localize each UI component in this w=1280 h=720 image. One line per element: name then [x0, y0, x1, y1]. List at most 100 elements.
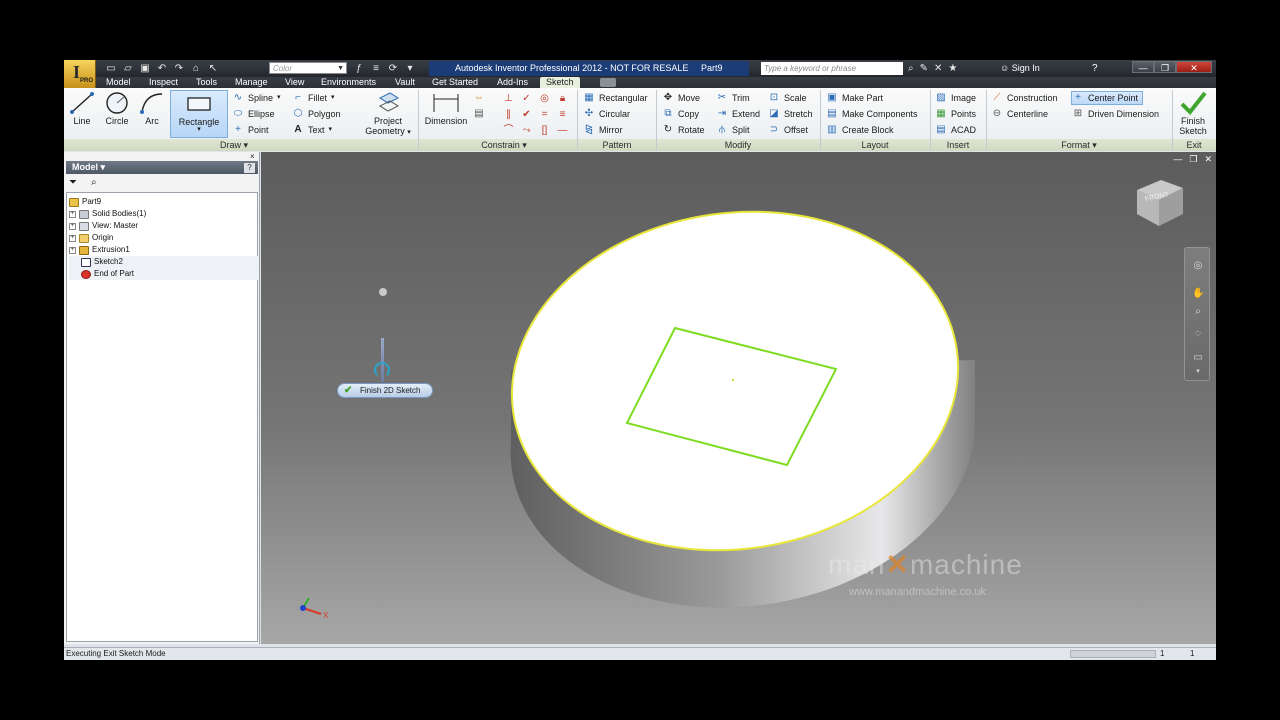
arc-button[interactable]: Arc	[137, 90, 167, 138]
tree-node-origin[interactable]: + Origin	[69, 232, 259, 244]
close-button[interactable]: ✕	[1176, 61, 1212, 73]
copy-button[interactable]: ⧉ Copy	[662, 107, 699, 121]
point-button[interactable]: + Point	[232, 123, 268, 137]
application-menu-button[interactable]: I PRO	[64, 60, 96, 88]
new-icon[interactable]: ▭	[104, 62, 118, 75]
move-button[interactable]: ✥ Move	[662, 91, 700, 105]
fillet-button[interactable]: ⌐ Fillet ▾	[292, 91, 334, 105]
steering-wheel-icon[interactable]: ◎	[1192, 260, 1204, 272]
graphics-window[interactable]: — ❐ ✕ FRONT ◎ ✋ ⌕ ◌ ▭ ▾ ✔ Finish 2D Sket…	[261, 152, 1216, 644]
image-button[interactable]: ▨ Image	[935, 91, 976, 105]
polygon-button[interactable]: ⬡ Polygon	[292, 107, 341, 121]
construction-button[interactable]: ⟋ Construction	[991, 91, 1058, 105]
search-input[interactable]: Type a keyword or phrase	[761, 62, 903, 75]
driven-dimension-button[interactable]: ⊞ Driven Dimension	[1072, 107, 1159, 121]
redo-icon[interactable]: ↷	[172, 62, 186, 75]
offset-button[interactable]: ⊃ Offset	[768, 123, 808, 137]
select-icon[interactable]: ↖	[206, 62, 220, 75]
centerline-button[interactable]: ⊖ Centerline	[991, 107, 1048, 121]
fx-icon[interactable]: ƒ	[352, 62, 366, 75]
tab-tools[interactable]: Tools	[196, 77, 217, 88]
browser-header[interactable]: Model ▾	[66, 161, 258, 174]
scale-button[interactable]: ⊡ Scale	[768, 91, 807, 105]
show-constraints-button[interactable]: ▤	[473, 107, 485, 121]
parameters-icon[interactable]: ≡	[369, 62, 383, 75]
spline-button[interactable]: ∿ Spline ▾	[232, 91, 281, 105]
tree-node-extrusion[interactable]: + Extrusion1	[69, 244, 259, 256]
symmetric-icon[interactable]: []	[536, 123, 553, 138]
open-icon[interactable]: ▱	[121, 62, 135, 75]
rotate-button[interactable]: ↻ Rotate	[662, 123, 705, 137]
rectangle-button[interactable]: Rectangle ▾	[170, 90, 228, 138]
center-point-button[interactable]: + Center Point	[1071, 91, 1144, 105]
favorites-icon[interactable]: ★	[948, 61, 957, 76]
horizontal-icon[interactable]: ≡	[554, 107, 571, 122]
tab-environments[interactable]: Environments	[321, 77, 376, 88]
update-icon[interactable]: ⟳	[386, 62, 400, 75]
tab-manage[interactable]: Manage	[235, 77, 268, 88]
expand-icon[interactable]: +	[69, 234, 76, 242]
panel-label-format[interactable]: Format ▾	[986, 139, 1172, 151]
save-icon[interactable]: ▣	[138, 62, 152, 75]
collinear-icon[interactable]: ⌒	[500, 123, 517, 138]
tab-get-started[interactable]: Get Started	[432, 77, 478, 88]
equal-icon[interactable]: =	[536, 107, 553, 122]
expand-icon[interactable]: +	[69, 210, 76, 218]
look-at-icon[interactable]: ▭	[1192, 352, 1204, 364]
undo-icon[interactable]: ↶	[155, 62, 169, 75]
perpendicular-icon[interactable]: ⊥	[500, 91, 517, 106]
ellipse-button[interactable]: ⬭ Ellipse	[232, 107, 275, 121]
chevron-down-icon[interactable]: ▾	[1192, 366, 1204, 378]
tree-node-solid-bodies[interactable]: + Solid Bodies(1)	[69, 208, 259, 220]
tree-node-end-of-part[interactable]: End of Part	[69, 268, 259, 280]
maximize-button[interactable]: ❐	[1154, 61, 1176, 73]
panel-label-draw[interactable]: Draw ▾	[204, 139, 264, 151]
concentric-icon[interactable]: ◎	[536, 91, 553, 106]
tree-node-sketch[interactable]: Sketch2	[69, 256, 259, 268]
return-icon[interactable]: ⌂	[189, 62, 203, 75]
customize-qat-icon[interactable]: ▾	[403, 62, 417, 75]
wrench-icon[interactable]: ✎	[920, 61, 928, 76]
rectangular-pattern-button[interactable]: ▦ Rectangular	[583, 91, 647, 105]
sign-in-button[interactable]: ☺ Sign In	[1000, 61, 1040, 76]
minimize-button[interactable]: —	[1132, 61, 1154, 73]
project-geometry-button[interactable]: Project Geometry ▾	[362, 90, 414, 138]
find-icon[interactable]: ⌕	[91, 176, 97, 190]
panel-label-constrain[interactable]: Constrain ▾	[464, 139, 544, 151]
mirror-button[interactable]: ⧎ Mirror	[583, 123, 623, 137]
sketch-center-point[interactable]	[731, 378, 735, 382]
finish-2d-sketch-button[interactable]: ✔ Finish 2D Sketch	[337, 383, 433, 398]
expand-icon[interactable]: +	[69, 222, 76, 230]
pan-icon[interactable]: ✋	[1192, 288, 1204, 300]
orbit-icon[interactable]: ◌	[1192, 328, 1204, 340]
make-components-button[interactable]: ▤ Make Components	[826, 107, 917, 121]
browser-help-button[interactable]: ?	[244, 163, 255, 173]
viewcube[interactable]: FRONT	[1131, 174, 1187, 230]
communication-icon[interactable]: ✕	[934, 61, 942, 76]
tab-inspect[interactable]: Inspect	[149, 77, 178, 88]
smooth-icon[interactable]: ⤳	[518, 123, 535, 138]
parallel-icon[interactable]: ∥	[500, 107, 517, 122]
text-button[interactable]: A Text ▾	[292, 123, 332, 137]
tree-node-view-master[interactable]: + View: Master	[69, 220, 259, 232]
split-button[interactable]: ⫛ Split	[716, 123, 750, 137]
tab-vault[interactable]: Vault	[395, 77, 415, 88]
tab-add-ins[interactable]: Add-Ins	[497, 77, 528, 88]
create-block-button[interactable]: ▥ Create Block	[826, 123, 893, 137]
dimension-button[interactable]: Dimension	[422, 90, 470, 138]
close-icon[interactable]: ×	[250, 152, 255, 161]
status-scrollbar[interactable]	[1070, 650, 1156, 658]
extend-button[interactable]: ⇥ Extend	[716, 107, 760, 121]
tree-node-part[interactable]: Part9	[69, 196, 259, 208]
expand-icon[interactable]: +	[69, 246, 76, 254]
make-part-button[interactable]: ▣ Make Part	[826, 91, 883, 105]
color-combo[interactable]: Color ▼	[269, 62, 347, 74]
tab-view[interactable]: View	[285, 77, 304, 88]
tab-model[interactable]: Model	[106, 77, 131, 88]
finish-sketch-button[interactable]: Finish Sketch	[1174, 90, 1212, 138]
fix-icon[interactable]: 🔒︎	[554, 91, 571, 106]
ribbon-options-icon[interactable]	[600, 78, 616, 87]
tab-sketch[interactable]: Sketch	[540, 77, 580, 88]
line-button[interactable]: Line	[68, 90, 96, 138]
auto-dimension-button[interactable]: ⇔	[473, 91, 485, 105]
